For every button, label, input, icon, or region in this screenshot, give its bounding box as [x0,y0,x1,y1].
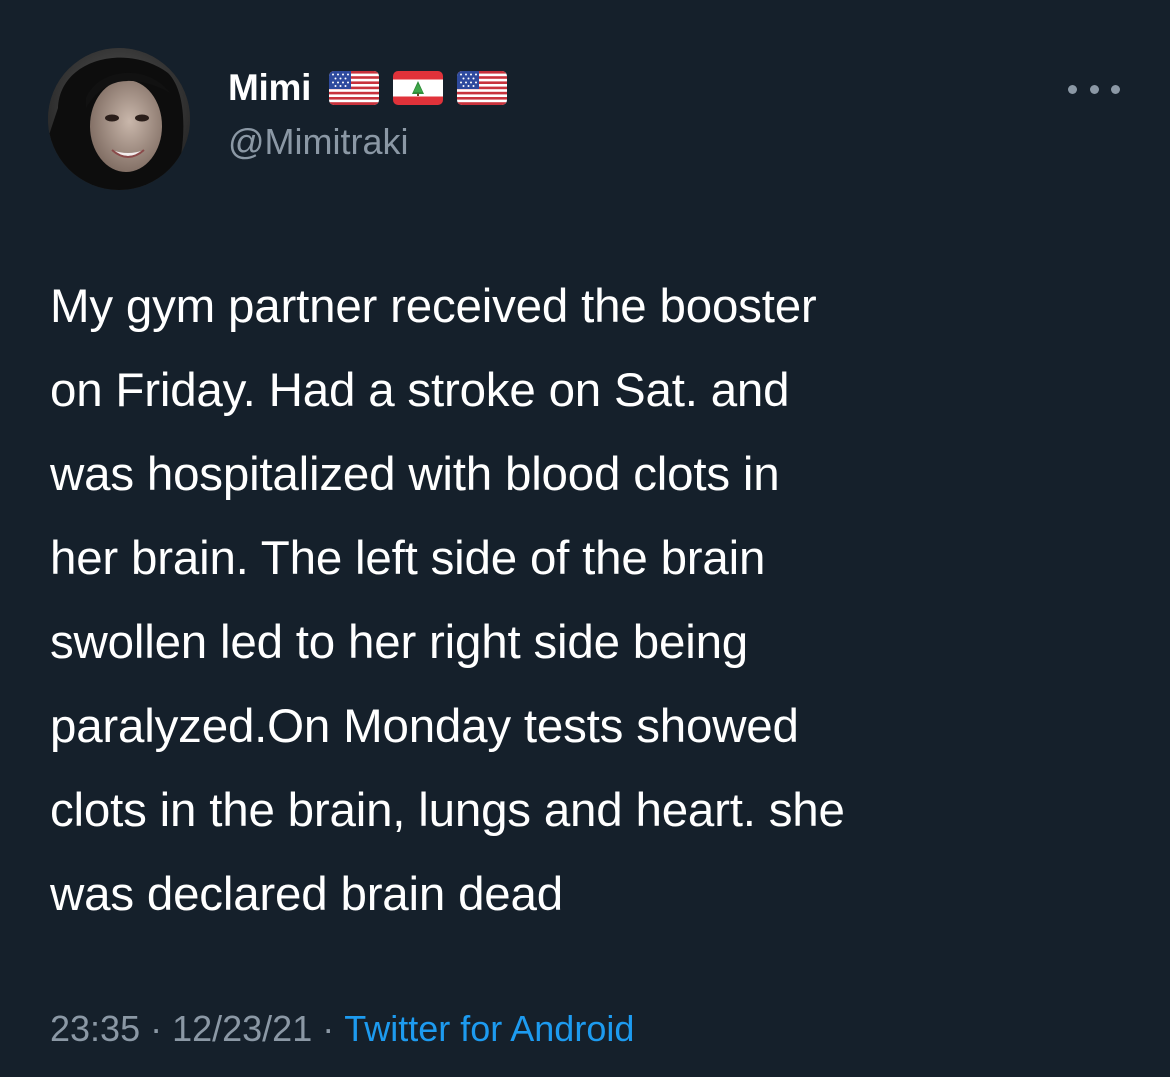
meta-separator: · [322,1008,335,1049]
lebanon-flag-icon [393,71,444,105]
avatar[interactable] [48,48,190,190]
display-name[interactable]: Mimi [228,67,311,109]
name-row: Mimi [228,66,508,110]
tweet-text-line: My gym partner received the booster [50,280,817,333]
tweet-text-line: swollen led to her right side being [50,616,749,669]
tweet-text-line: her brain. The left side of the brain [50,532,766,585]
meta-separator: · [150,1008,163,1049]
user-handle[interactable]: @Mimitraki [228,121,409,163]
tweet-date[interactable]: 12/23/21 [172,1008,312,1050]
tweet-text: My gym partner received the booster on F… [50,265,1140,937]
dot [1068,84,1077,94]
tweet: Mimi @Mimitraki My gym partner received … [0,0,1170,1077]
avatar-image [48,48,190,190]
more-dots-icon[interactable] [1068,72,1120,106]
tweet-source-link[interactable]: Twitter for Android [344,1008,634,1050]
us-flag-icon [329,71,380,105]
tweet-text-line: was hospitalized with blood clots in [50,448,780,501]
tweet-text-line: on Friday. Had a stroke on Sat. and [50,364,790,417]
flag-emojis [329,71,508,105]
tweet-text-line: clots in the brain, lungs and heart. she [50,784,845,837]
tweet-text-line: paralyzed.On Monday tests showed [50,700,799,753]
tweet-text-line: was declared brain dead [50,868,563,921]
us-flag-icon [457,71,508,105]
dot [1111,84,1120,94]
dot [1089,84,1099,94]
tweet-time[interactable]: 23:35 [50,1008,140,1050]
tweet-meta: 23:35 · 12/23/21 · Twitter for Android [50,1004,634,1054]
